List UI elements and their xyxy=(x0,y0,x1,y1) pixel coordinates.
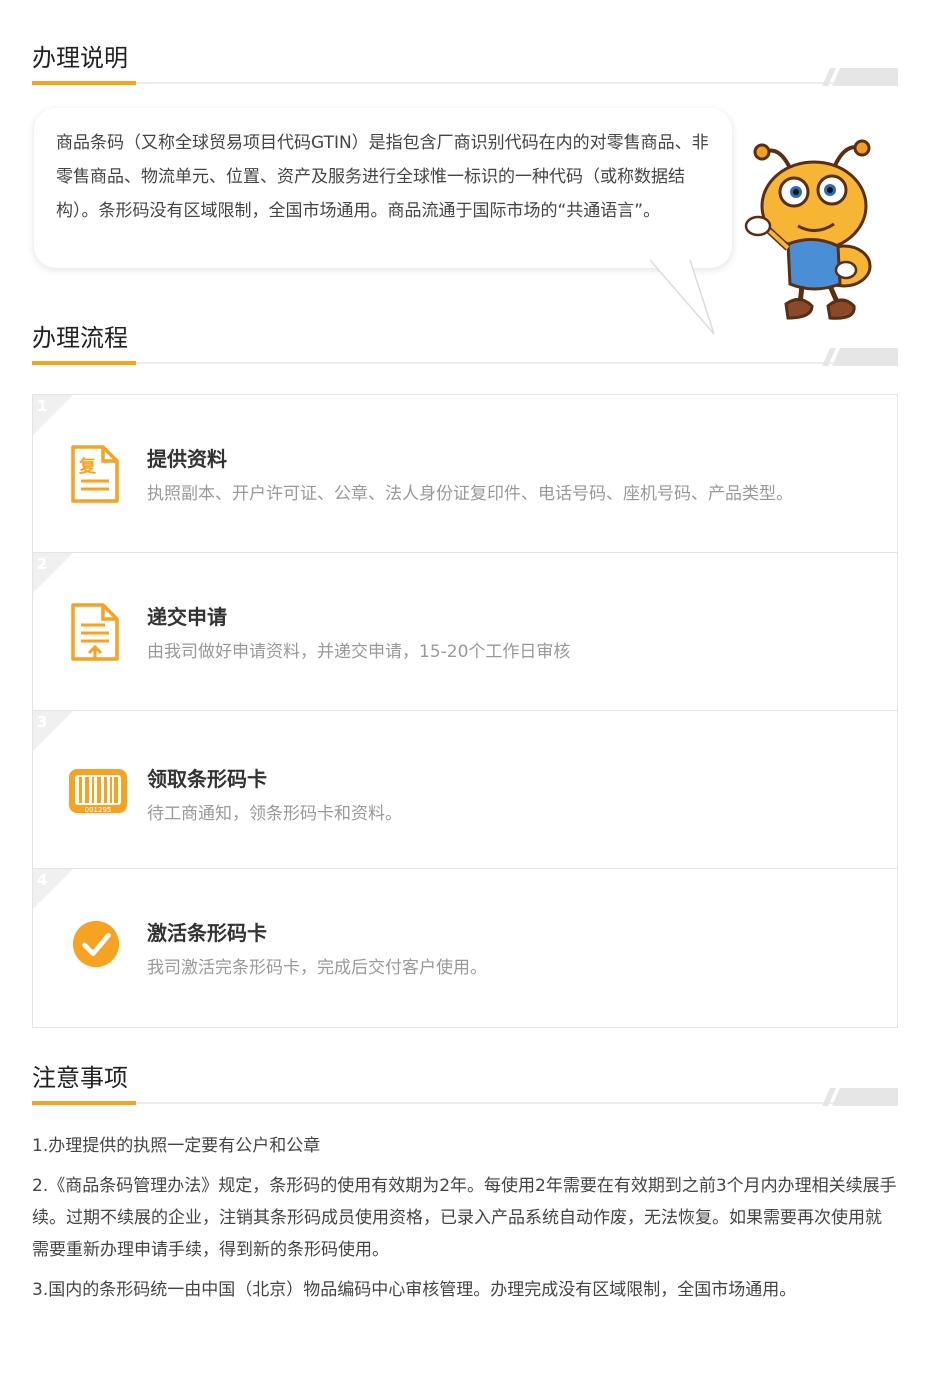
note-item: 3.国内的条形码统一由中国（北京）物品编码中心审核管理。办理完成没有区域限制，全… xyxy=(32,1280,797,1300)
svg-text:001295: 001295 xyxy=(85,806,112,814)
step-title: 递交申请 xyxy=(147,605,227,629)
stripe-decoration-icon xyxy=(822,348,898,366)
step-description: 执照副本、开户许可证、公章、法人身份证复印件、电话号码、座机号码、产品类型。 xyxy=(147,484,793,504)
divider xyxy=(32,1102,898,1104)
process-step: 4 激活条形码卡 我司激活完条形码卡，完成后交付客户使用。 xyxy=(33,869,897,1026)
step-number: 3 xyxy=(37,713,48,731)
step-number: 4 xyxy=(37,871,48,889)
stripe-decoration-icon xyxy=(822,1088,898,1106)
intro-text: 商品条码（又称全球贸易项目代码GTIN）是指包含厂商识别代码在内的对零售商品、非… xyxy=(56,133,709,221)
check-circle-icon xyxy=(72,920,120,968)
step-description: 由我司做好申请资料，并递交申请，15-20个工作日审核 xyxy=(147,642,571,662)
svg-text:复: 复 xyxy=(78,456,97,477)
section-title: 办理流程 xyxy=(32,324,128,352)
section-header-notes: 注意事项 xyxy=(32,1062,898,1106)
note-item: 2.《商品条码管理办法》规定，条形码的使用有效期为2年。每使用2年需要在有效期到… xyxy=(32,1176,897,1260)
section-title: 办理说明 xyxy=(32,44,128,72)
section-title: 注意事项 xyxy=(32,1064,128,1092)
ant-mascot-icon xyxy=(744,139,872,320)
title-underline xyxy=(32,1101,136,1105)
divider xyxy=(32,82,898,84)
title-underline xyxy=(32,81,136,85)
process-step: 1 复 提供资料 执照副本、开户许可证、公章、法人身份证复印件、电话号码、座机号… xyxy=(33,395,897,553)
step-title: 提供资料 xyxy=(147,447,227,471)
document-upload-icon xyxy=(71,603,119,661)
section-header-process: 办理流程 xyxy=(32,322,898,366)
intro-speech-bubble: 商品条码（又称全球贸易项目代码GTIN）是指包含厂商识别代码在内的对零售商品、非… xyxy=(34,108,732,268)
step-description: 待工商通知，领条形码卡和资料。 xyxy=(147,804,402,824)
process-step: 2 递交申请 由我司做好申请资料，并递交申请，15-20个工作日审核 xyxy=(33,553,897,711)
note-item: 1.办理提供的执照一定要有公户和公章 xyxy=(32,1136,321,1156)
document-copy-icon: 复 xyxy=(71,445,119,503)
notes-list: 1.办理提供的执照一定要有公户和公章 2.《商品条码管理办法》规定，条形码的使用… xyxy=(32,1130,898,1314)
step-description: 我司激活完条形码卡，完成后交付客户使用。 xyxy=(147,958,487,978)
title-underline xyxy=(32,361,136,365)
step-title: 领取条形码卡 xyxy=(147,767,267,791)
process-step: 3 001295 领取条形码卡 待工商通知，领条形码卡和资料。 xyxy=(33,711,897,869)
step-number: 2 xyxy=(37,555,48,573)
section-header-instructions: 办理说明 xyxy=(32,42,898,86)
step-number: 1 xyxy=(37,397,48,415)
barcode-card-icon: 001295 xyxy=(69,769,127,814)
process-steps: 1 复 提供资料 执照副本、开户许可证、公章、法人身份证复印件、电话号码、座机号… xyxy=(32,394,898,1028)
stripe-decoration-icon xyxy=(822,68,898,86)
step-title: 激活条形码卡 xyxy=(147,921,267,945)
divider xyxy=(32,362,898,364)
